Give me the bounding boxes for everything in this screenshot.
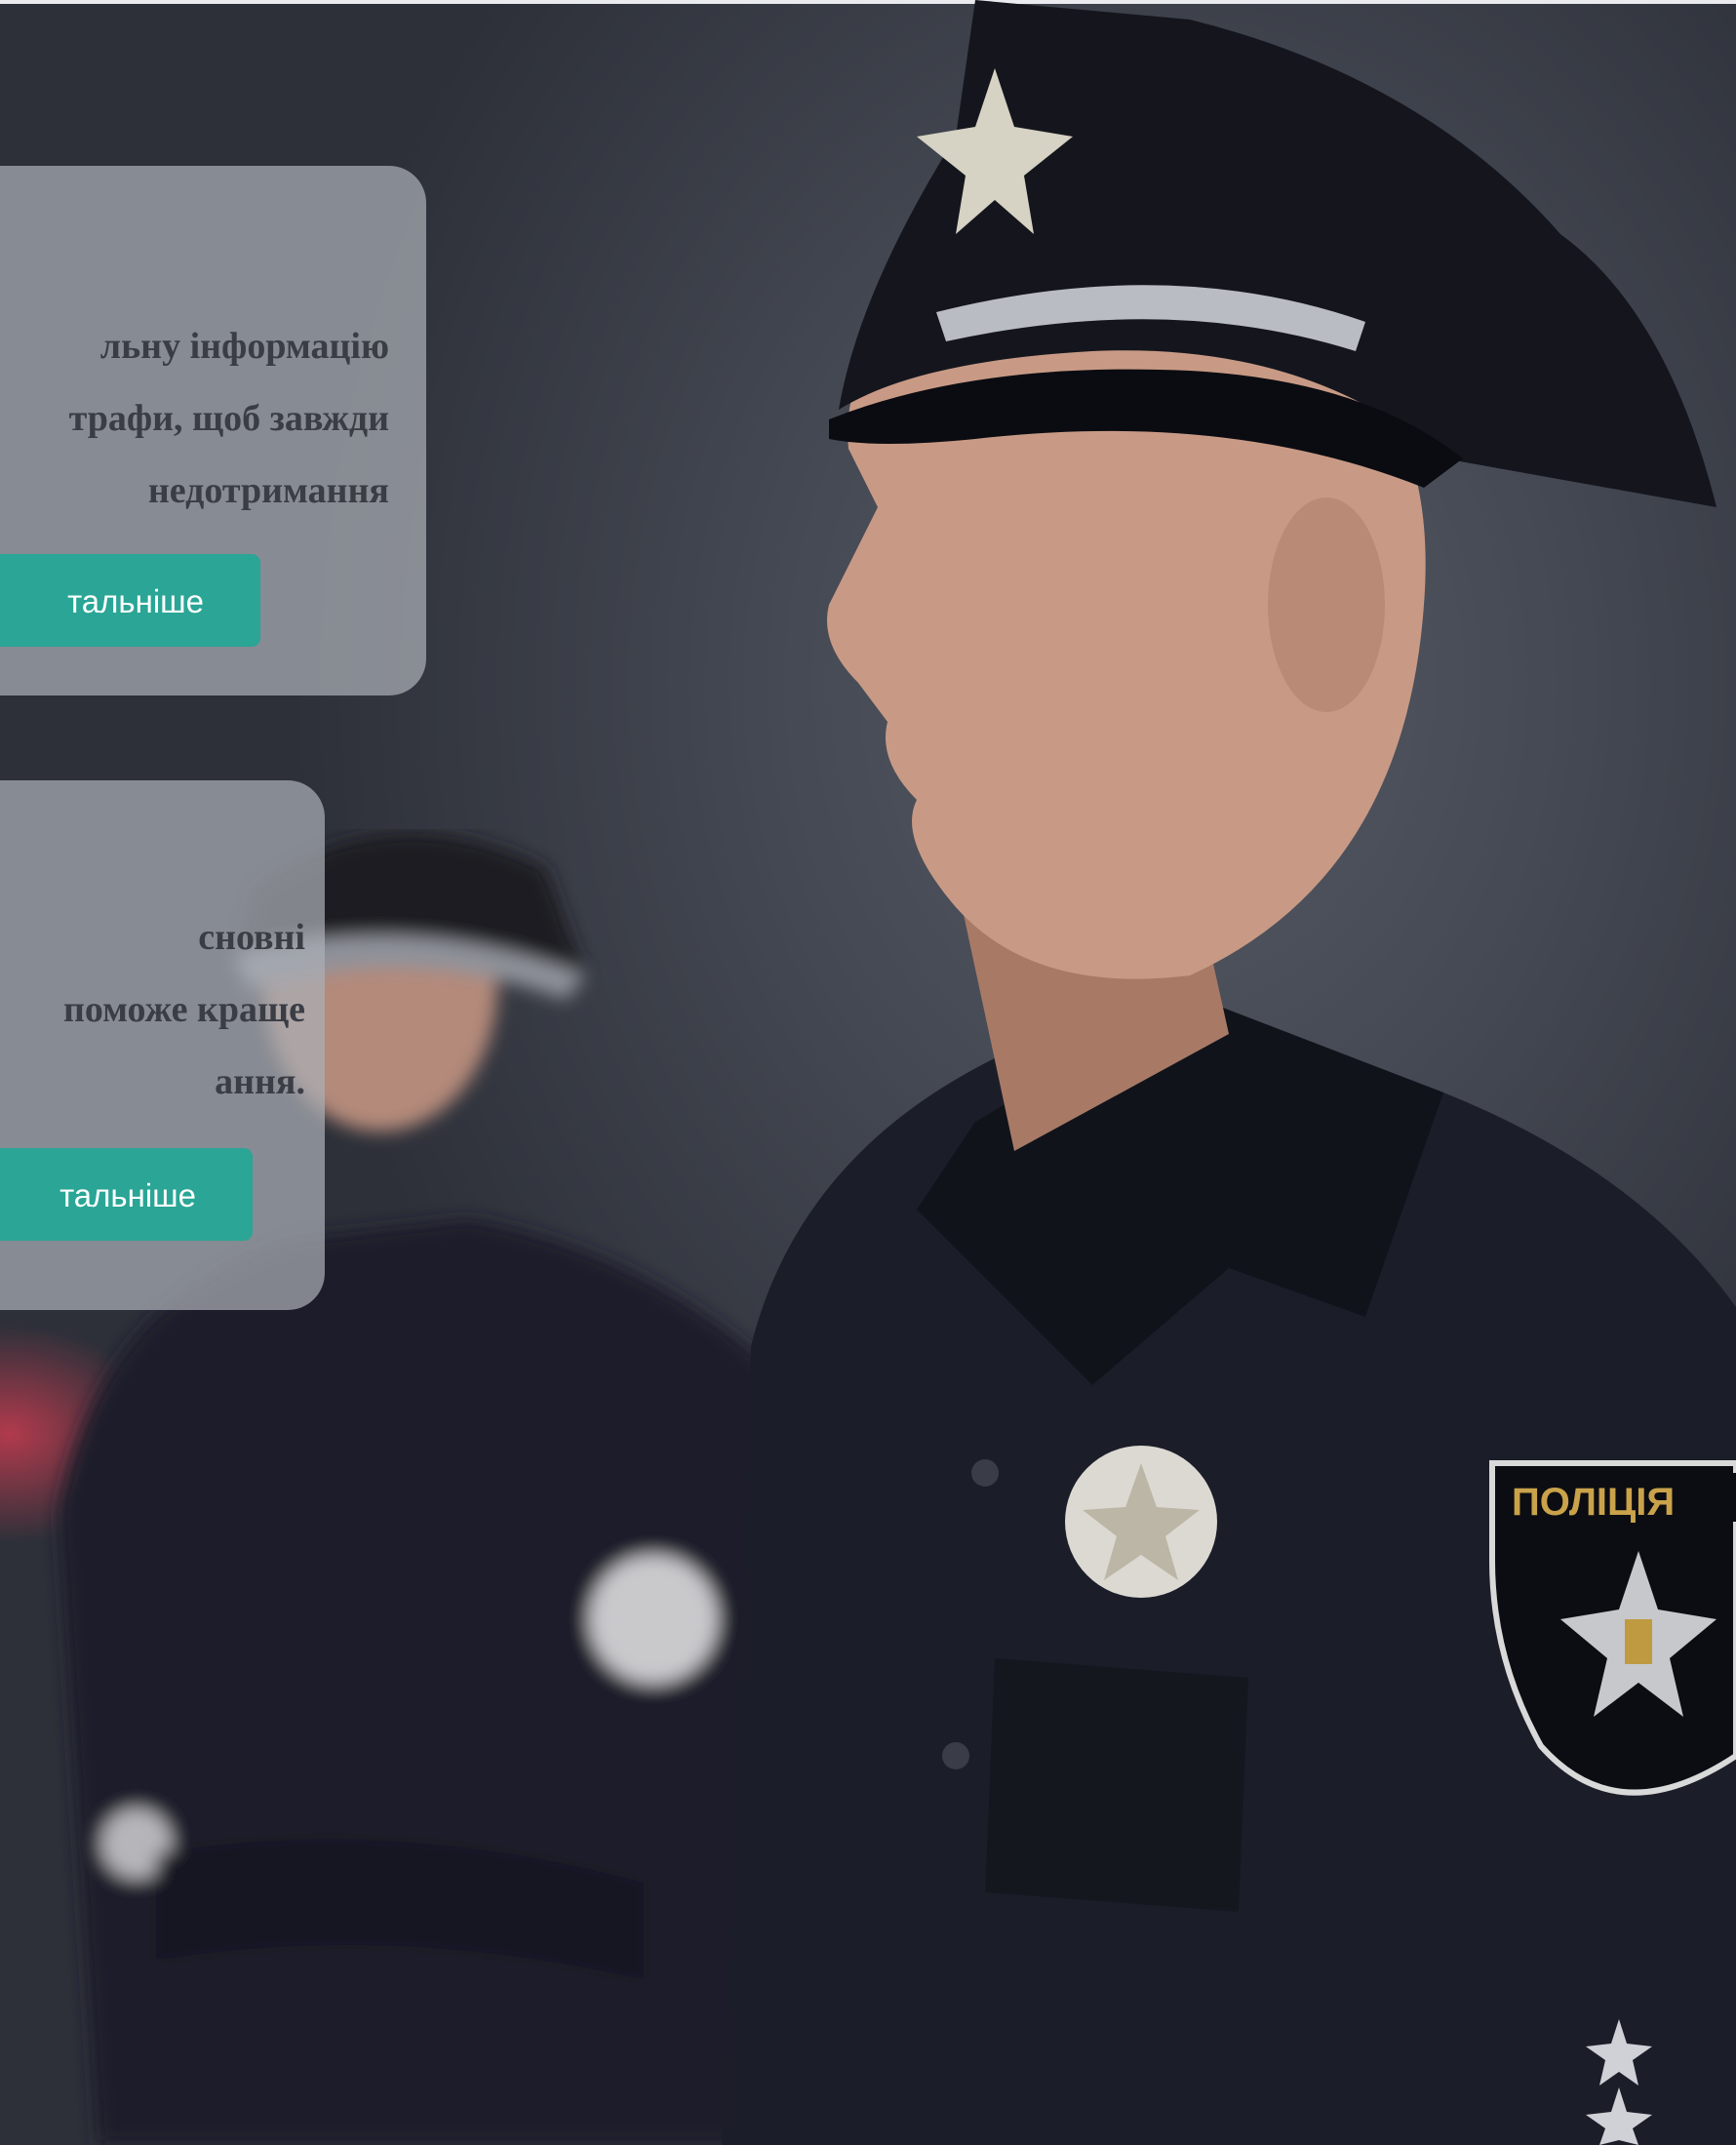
info-card-basics: сновні поможе краще ання. тальніше: [0, 780, 325, 1310]
info-card-text-line: ання.: [215, 1061, 305, 1102]
details-button[interactable]: тальніше: [0, 1148, 253, 1241]
info-card-fines: льну інформацію трафи, щоб завжди недотр…: [0, 166, 426, 695]
info-card-text-line: сновні: [198, 917, 305, 958]
info-card-text-line: трафи, щоб завжди: [68, 398, 389, 439]
details-button[interactable]: тальніше: [0, 554, 260, 647]
police-patch-text: ПОЛІЦІЯ: [1512, 1481, 1675, 1524]
info-card-description: сновні поможе краще ання.: [63, 901, 305, 1118]
info-card-text-line: льну інформацію: [99, 326, 389, 367]
info-card-text-line: недотримання: [147, 470, 389, 511]
officer-foreground-figure: ПОЛІЦІЯ: [722, 0, 1736, 2145]
info-card-description: льну інформацію трафи, щоб завжди недотр…: [69, 310, 389, 527]
info-card-text-line: поможе краще: [62, 989, 305, 1030]
